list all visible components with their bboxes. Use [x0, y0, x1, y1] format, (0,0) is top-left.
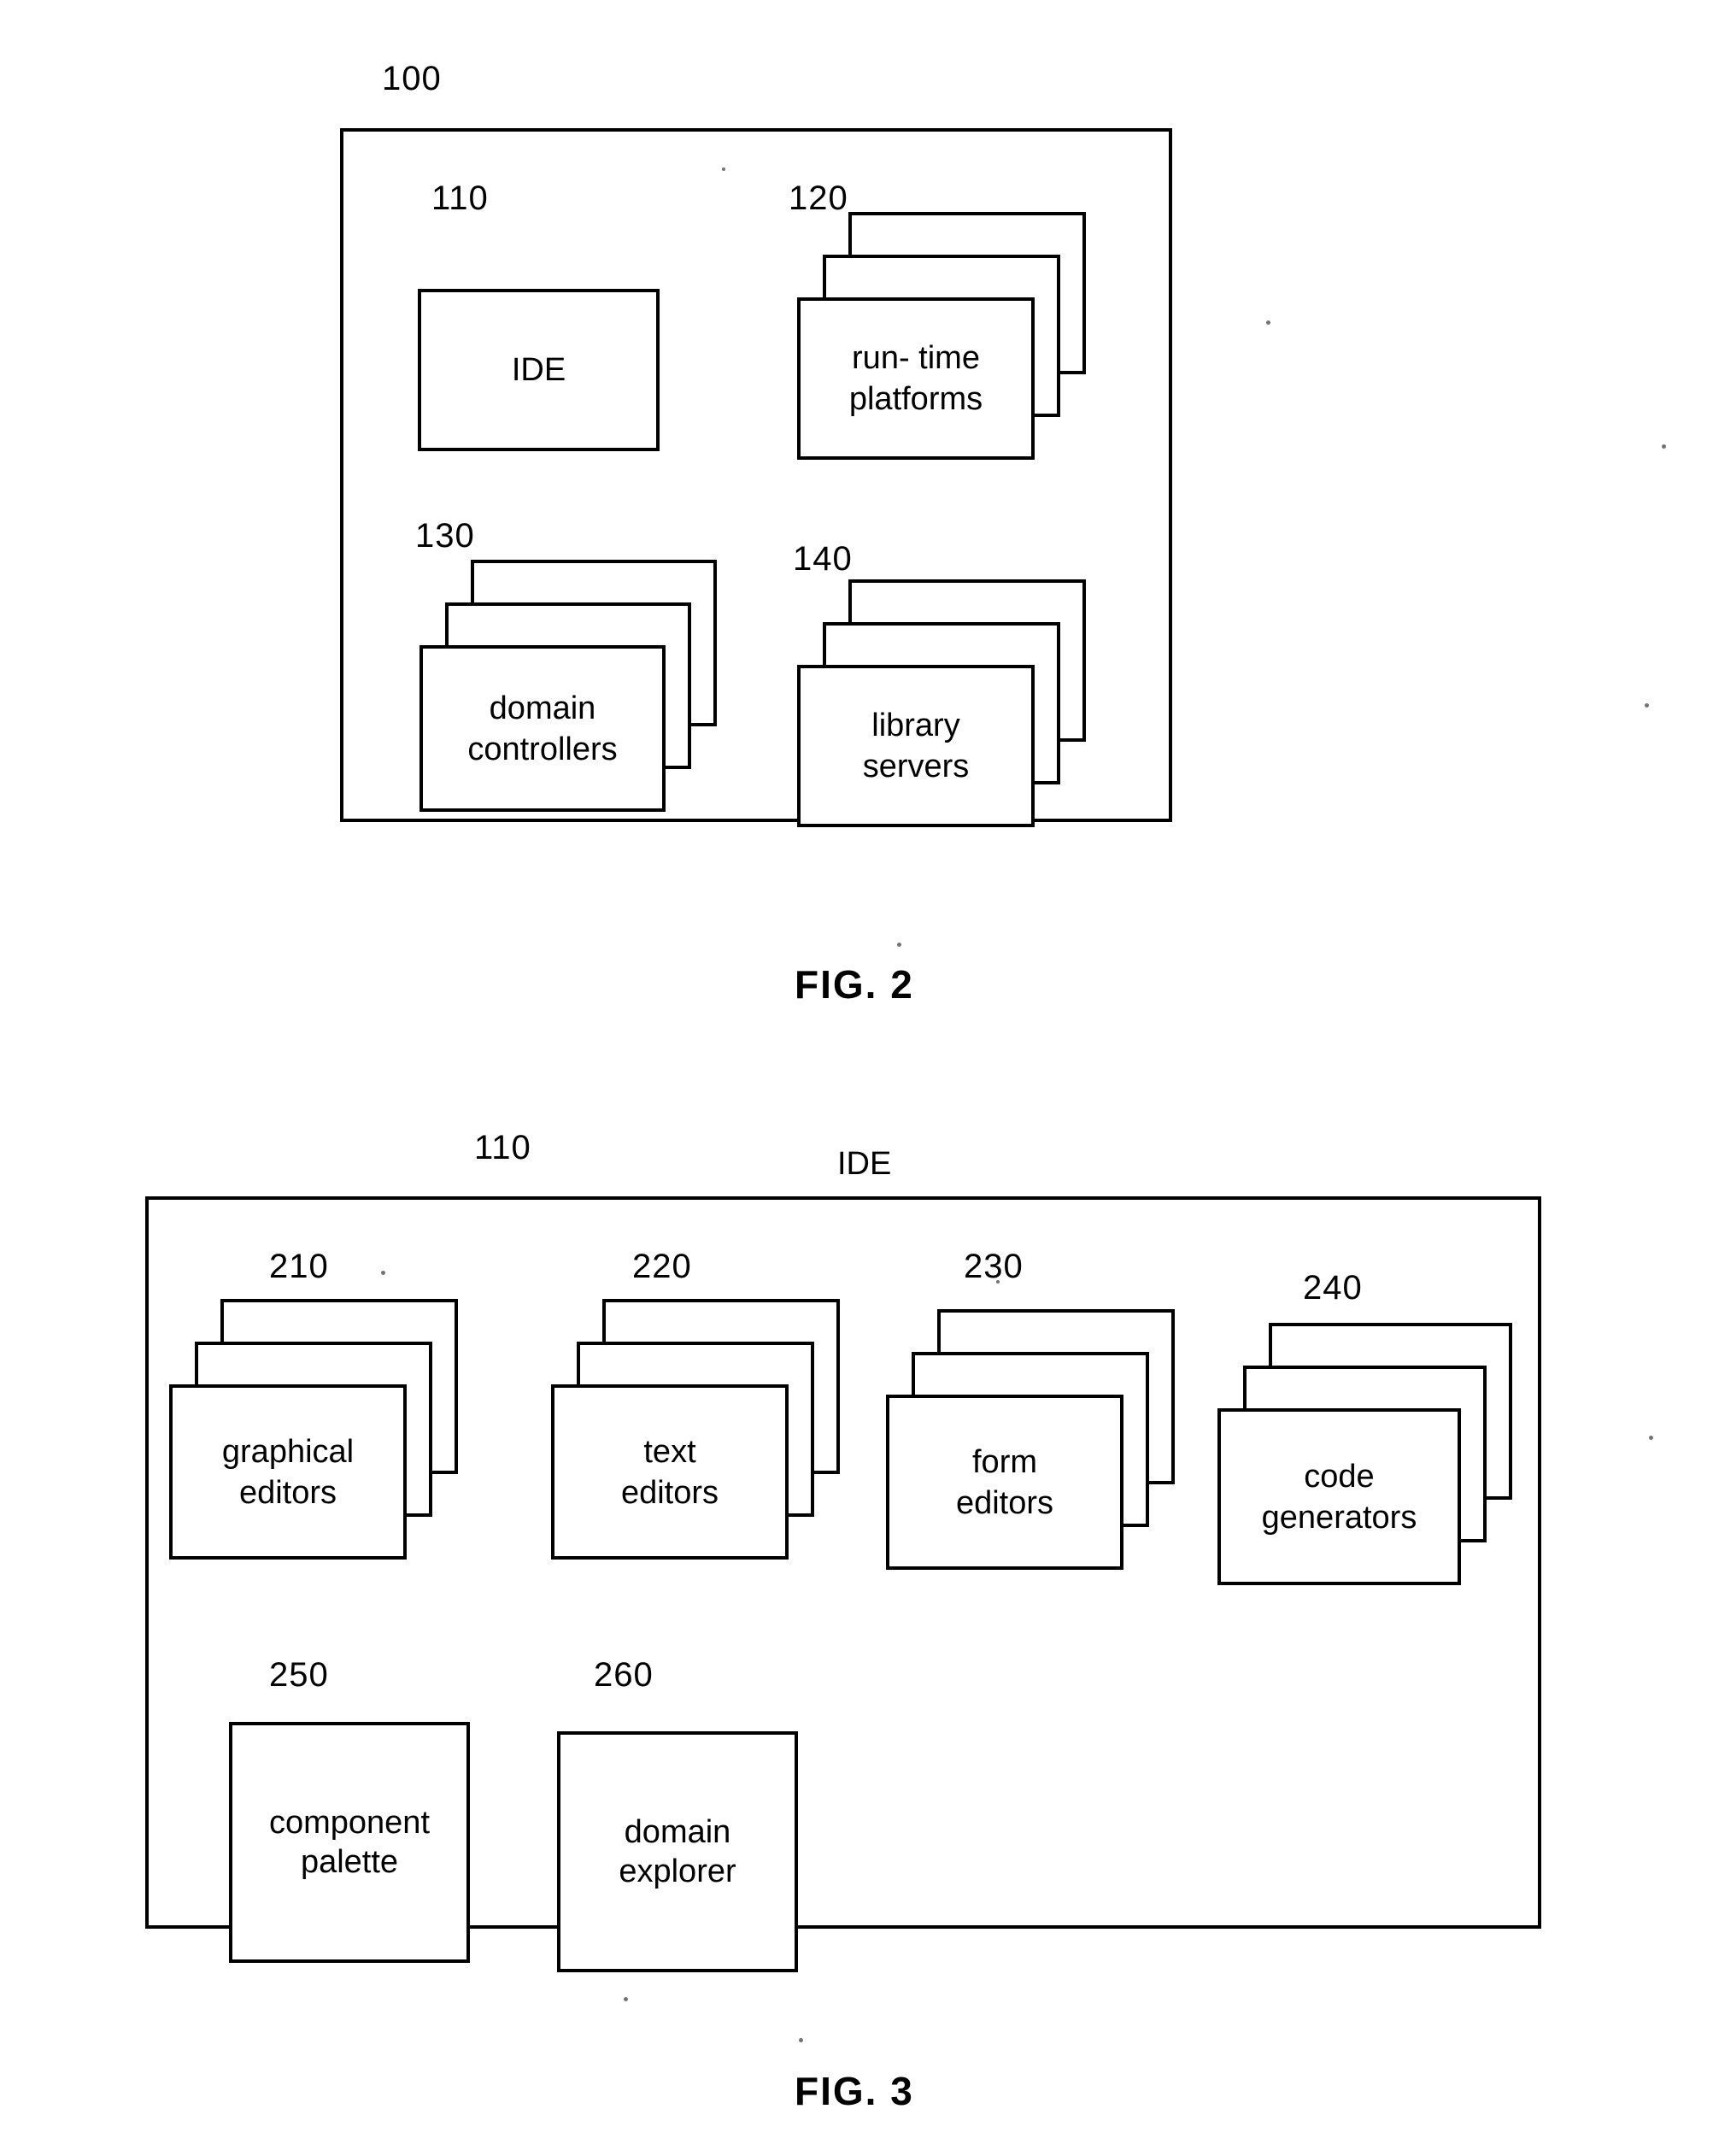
- stack-layer-front: run- time platforms: [797, 297, 1035, 460]
- scan-speck: [1645, 703, 1649, 708]
- scan-speck: [722, 167, 725, 171]
- fig3-caption: FIG. 3: [795, 2069, 914, 2113]
- reference-numeral-230: 230: [964, 1248, 1024, 1285]
- fig3-node-code-generators-label: code generators: [1261, 1458, 1417, 1536]
- fig3-node-form-editors: form editors: [886, 1309, 1175, 1574]
- stack-layer-front: graphical editors: [169, 1384, 407, 1560]
- reference-numeral-210: 210: [269, 1248, 329, 1285]
- stack-layer-front: text editors: [551, 1384, 789, 1560]
- scan-speck: [624, 1997, 628, 2001]
- scan-speck: [996, 1280, 1000, 1284]
- fig3-node-domain-explorer-label: domain explorer: [619, 1814, 736, 1889]
- reference-numeral-250: 250: [269, 1656, 329, 1694]
- fig3-node-form-editors-label: form editors: [955, 1443, 1054, 1521]
- stack-layer-front: domain controllers: [419, 645, 666, 812]
- fig3-outer-title: IDE: [837, 1146, 892, 1182]
- scan-speck: [1266, 320, 1270, 325]
- scan-speck: [1649, 1436, 1653, 1440]
- reference-numeral-220: 220: [632, 1248, 692, 1285]
- fig2-node-library-servers-label: library servers: [862, 708, 970, 784]
- fig3-node-component-palette-label: component palette: [268, 1805, 430, 1880]
- scan-speck: [897, 943, 901, 947]
- fig3-node-domain-explorer: domain explorer: [557, 1731, 798, 1972]
- reference-numeral-120: 120: [789, 179, 848, 217]
- fig2-node-ide-label: IDE: [511, 352, 566, 388]
- reference-numeral-110: 110: [431, 179, 489, 217]
- fig3-node-text-editors: text editors: [551, 1299, 840, 1564]
- stack-layer-front: library servers: [797, 665, 1035, 827]
- stack-layer-front: code generators: [1217, 1408, 1461, 1585]
- fig3-node-text-editors-label: text editors: [620, 1433, 719, 1511]
- fig2-node-domain-controllers-label: domain controllers: [467, 690, 618, 767]
- fig2-node-ide: IDE: [418, 289, 660, 451]
- reference-numeral-240: 240: [1303, 1269, 1363, 1307]
- scan-speck: [1662, 444, 1666, 449]
- fig2-node-library-servers: library servers: [797, 579, 1086, 827]
- scan-speck: [628, 1679, 631, 1683]
- reference-numeral-260: 260: [594, 1656, 654, 1694]
- fig3-node-code-generators: code generators: [1217, 1323, 1512, 1592]
- drawing-sheet: 100 110 IDE 120 run- time platforms 130 …: [0, 0, 1713, 2156]
- fig2-node-domain-controllers: domain controllers: [419, 560, 717, 812]
- reference-numeral-140: 140: [793, 540, 853, 578]
- fig3-node-graphical-editors-label: graphical editors: [221, 1433, 355, 1511]
- scan-speck: [799, 2038, 803, 2042]
- fig2-node-runtime-platforms-label: run- time platforms: [848, 340, 983, 417]
- fig2-node-runtime-platforms: run- time platforms: [797, 212, 1086, 460]
- fig3-node-graphical-editors: graphical editors: [169, 1299, 458, 1564]
- stack-layer-front: form editors: [886, 1395, 1123, 1570]
- fig3-reference-numeral-110: 110: [474, 1129, 531, 1166]
- fig2-caption: FIG. 2: [795, 962, 914, 1007]
- reference-numeral-130: 130: [415, 517, 475, 555]
- fig3-node-component-palette: component palette: [229, 1722, 470, 1963]
- reference-numeral-100: 100: [382, 60, 442, 97]
- scan-speck: [381, 1271, 385, 1275]
